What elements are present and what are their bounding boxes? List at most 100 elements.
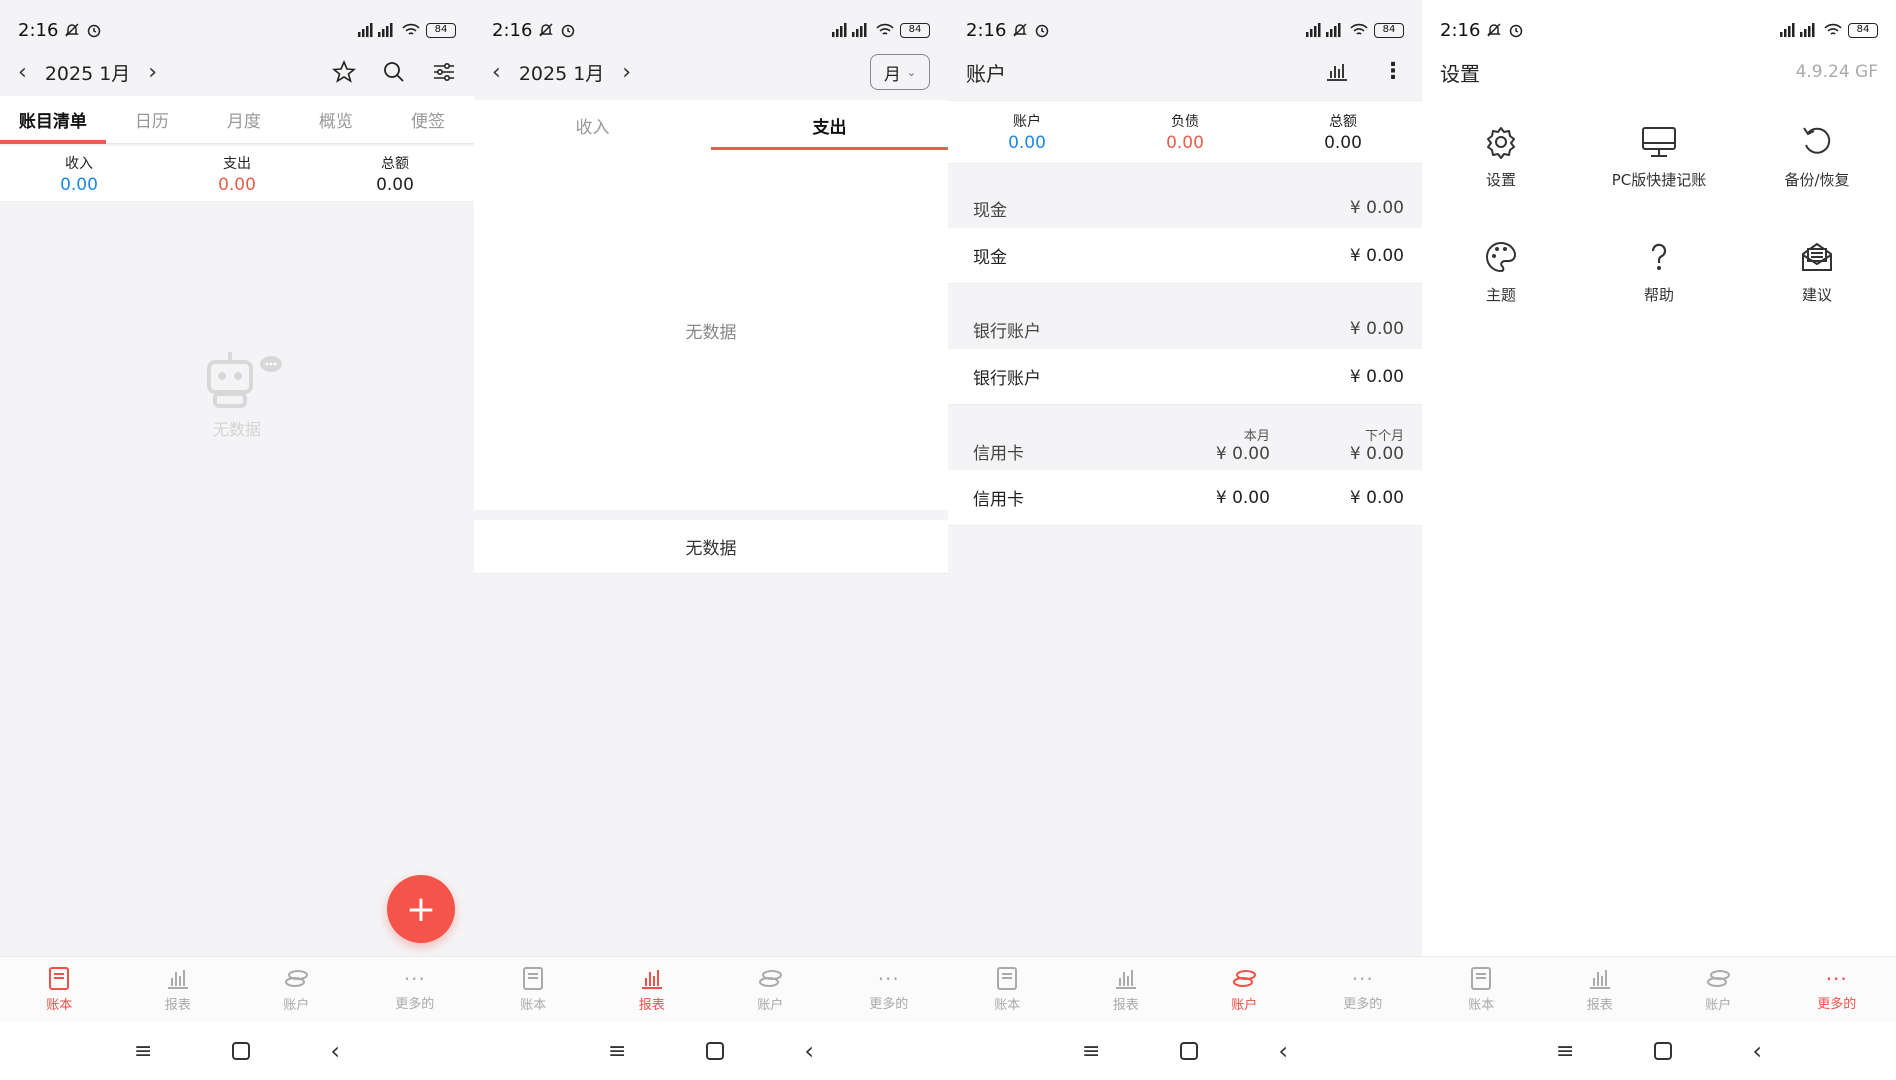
account-value: 0.00 [1008, 133, 1046, 153]
nav-accounts[interactable]: 账户 [1659, 957, 1778, 1022]
nav-more[interactable]: ··· 更多的 [356, 957, 475, 1022]
nav-report[interactable]: 报表 [119, 957, 238, 1022]
next-month-icon[interactable]: › [148, 60, 157, 85]
tab-expense[interactable]: 支出 [711, 100, 948, 151]
add-record-button[interactable]: + [387, 875, 455, 943]
next-month-icon[interactable]: › [622, 60, 631, 85]
menu-pc-quick-entry[interactable]: PC版快捷记账 [1580, 125, 1738, 190]
screen-report: 2:16 84 ‹ 2025 1月 › 月 ⌄ 收入 支出 无数据 无数据 账本… [474, 0, 948, 1080]
coins-icon [1233, 970, 1257, 987]
gear-icon [1487, 127, 1515, 159]
mute-bell-icon [539, 23, 554, 37]
battery-icon: 84 [426, 22, 456, 38]
menu-help[interactable]: 帮助 [1580, 240, 1738, 305]
home-icon[interactable] [1654, 1042, 1673, 1060]
report-tabs: 收入 支出 [474, 100, 948, 151]
robot-icon [207, 352, 282, 408]
nav-accounts[interactable]: 账户 [711, 957, 830, 1022]
prev-month-icon[interactable]: ‹ [492, 60, 501, 85]
menu-backup-restore[interactable]: 备份/恢复 [1738, 125, 1896, 190]
period-select[interactable]: 月 ⌄ [870, 54, 930, 90]
signal-icon [1780, 23, 1815, 37]
account-row-bank[interactable]: 银行账户 ¥ 0.00 [948, 349, 1422, 405]
more-grid: 设置 PC版快捷记账 备份/恢复 主题 帮助 建议 [1422, 125, 1896, 305]
nav-ledger[interactable]: 账本 [948, 957, 1067, 1022]
total-value: 0.00 [1324, 133, 1362, 153]
menu-icon[interactable]: ≡ [134, 1039, 152, 1064]
credit-group: 信用卡 本月 ¥ 0.00 下个月 ¥ 0.00 [973, 428, 1404, 465]
nav-ledger[interactable]: 账本 [474, 957, 593, 1022]
debt-label: 负债 [1171, 114, 1199, 130]
menu-theme[interactable]: 主题 [1422, 240, 1580, 305]
nav-more[interactable]: ··· 更多的 [1778, 957, 1896, 1022]
nav-more[interactable]: ··· 更多的 [1304, 957, 1423, 1022]
report-header: ‹ 2025 1月 › 月 ⌄ [474, 50, 948, 94]
nav-more[interactable]: ··· 更多的 [830, 957, 949, 1022]
screen-more: 2:16 84 设置 4.9.24 GF 设置 PC版快捷记账 备份/恢复 主题… [1422, 0, 1896, 1080]
ledger-summary: 收入 0.00 支出 0.00 总额 0.00 [0, 146, 474, 202]
nav-accounts[interactable]: 账户 [1185, 957, 1304, 1022]
nav-report[interactable]: 报表 [593, 957, 712, 1022]
more-header: 设置 4.9.24 GF [1422, 50, 1896, 94]
mute-bell-icon [1013, 23, 1028, 37]
system-nav: ≡ ‹ [0, 1022, 474, 1080]
home-icon[interactable] [706, 1042, 725, 1060]
expense-value: 0.00 [218, 174, 256, 195]
account-row-cash[interactable]: 现金 ¥ 0.00 [948, 228, 1422, 284]
menu-icon[interactable]: ≡ [608, 1039, 626, 1064]
account-row-credit[interactable]: 信用卡 ¥ 0.00 ¥ 0.00 [948, 470, 1422, 526]
wifi-icon [1350, 23, 1368, 35]
menu-icon[interactable]: ≡ [1082, 1039, 1100, 1064]
mute-bell-icon [65, 23, 80, 37]
back-icon[interactable]: ‹ [1752, 1037, 1762, 1065]
cash-group: 现金 ¥ 0.00 [973, 198, 1404, 221]
signal-icon [358, 23, 393, 37]
alarm-icon [1510, 24, 1523, 38]
mail-icon [1802, 242, 1832, 271]
tab-monthly[interactable]: 月度 [198, 96, 290, 143]
back-icon[interactable]: ‹ [330, 1037, 340, 1065]
tab-overview[interactable]: 概览 [290, 96, 382, 143]
nav-ledger[interactable]: 账本 [1422, 957, 1541, 1022]
total-label: 总额 [381, 155, 409, 172]
bar-chart-icon[interactable] [1326, 61, 1348, 83]
empty-text: 无数据 [212, 420, 261, 439]
bar-chart-icon [1115, 970, 1136, 989]
tab-list[interactable]: 账目清单 [0, 96, 106, 144]
back-icon[interactable]: ‹ [1278, 1037, 1288, 1065]
menu-icon[interactable]: ≡ [1556, 1039, 1574, 1064]
alarm-icon [562, 24, 575, 38]
bar-chart-icon [641, 970, 662, 989]
battery-icon: 84 [900, 22, 930, 38]
battery-icon: 84 [1374, 22, 1404, 38]
overflow-menu-icon[interactable]: ⋮ [1382, 61, 1404, 83]
bar-chart-icon [1589, 970, 1610, 989]
book-icon [49, 967, 70, 990]
book-icon [523, 967, 544, 990]
star-icon[interactable] [332, 60, 356, 84]
home-icon[interactable] [1180, 1042, 1199, 1060]
tab-income[interactable]: 收入 [474, 100, 711, 150]
accounts-header: 账户 ⋮ [948, 50, 1422, 94]
tab-notes[interactable]: 便签 [382, 96, 474, 143]
nav-report[interactable]: 报表 [1541, 957, 1660, 1022]
nav-report[interactable]: 报表 [1067, 957, 1186, 1022]
nav-ledger[interactable]: 账本 [0, 957, 119, 1022]
prev-month-icon[interactable]: ‹ [18, 60, 27, 85]
palette-icon [1486, 241, 1517, 273]
nav-accounts[interactable]: 账户 [237, 957, 356, 1022]
more-dots-icon: ··· [1351, 967, 1374, 991]
menu-feedback[interactable]: 建议 [1738, 240, 1896, 305]
total-value: 0.00 [376, 174, 414, 195]
ledger-header: ‹ 2025 1月 › [0, 50, 474, 94]
month-label[interactable]: 2025 1月 [45, 59, 130, 86]
home-icon[interactable] [232, 1042, 251, 1060]
filter-icon[interactable] [432, 60, 456, 84]
back-icon[interactable]: ‹ [804, 1037, 814, 1065]
bottom-nav: 账本 报表 账户 ··· 更多的 [948, 956, 1422, 1022]
month-label[interactable]: 2025 1月 [519, 59, 604, 86]
tab-calendar[interactable]: 日历 [106, 96, 198, 143]
search-icon[interactable] [382, 60, 406, 84]
debt-value: 0.00 [1166, 133, 1204, 153]
menu-settings[interactable]: 设置 [1422, 125, 1580, 190]
